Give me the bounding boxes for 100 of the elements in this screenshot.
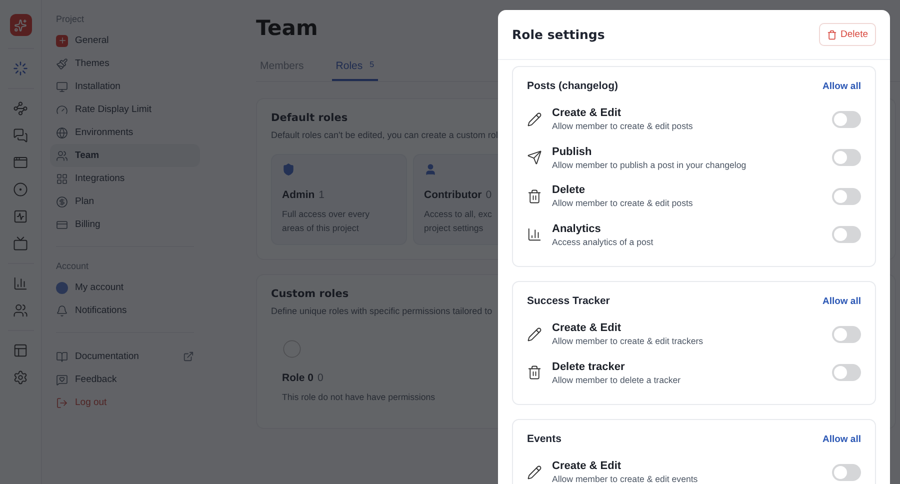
sidebar-item[interactable]: Billing (50, 213, 200, 236)
loader-icon (13, 61, 28, 76)
circledollarsign-icon (56, 196, 68, 208)
delete-button[interactable]: Delete (818, 23, 876, 46)
pencil-icon (527, 464, 542, 480)
globe-icon (56, 126, 68, 138)
role-description: Access to all, exc (424, 208, 492, 221)
users-icon[interactable] (13, 303, 28, 318)
group-title: Success Tracker (527, 295, 610, 307)
tab[interactable]: Roles 5 (332, 56, 378, 81)
messagesquareheart-icon (56, 374, 68, 386)
role-name: Contributor (424, 189, 482, 201)
sidebar-item[interactable]: Feedback (50, 368, 200, 391)
sidebar-label: Notifications (75, 305, 127, 316)
permission-description: Allow member to create & edit events (552, 474, 699, 484)
nav-icon[interactable] (13, 128, 28, 143)
role-name: Admin (282, 189, 315, 201)
nav-icon[interactable] (13, 236, 28, 251)
send-icon (527, 150, 542, 166)
sidebar-label: Documentation (75, 351, 139, 362)
sidebar-label: Themes (75, 58, 110, 69)
permission-description: Allow member to delete a tracker (552, 374, 682, 385)
sidebar-label: Feedback (75, 374, 117, 385)
role-description: This role do not have have permissions (282, 391, 436, 404)
sidebar-label: General (75, 35, 109, 46)
gauge-icon (56, 104, 68, 116)
user-icon (424, 163, 437, 176)
nav-icon[interactable] (13, 182, 28, 197)
layout-icon[interactable] (13, 343, 28, 358)
sidebar-label: Installation (75, 81, 120, 92)
permission-description: Access analytics of a post (552, 236, 654, 247)
sidebar-item[interactable]: Team (50, 144, 200, 167)
group-title: Posts (changelog) (527, 80, 618, 92)
sidebar-label: My account (75, 282, 124, 293)
toggle-switch[interactable] (832, 464, 861, 481)
permission-title: Publish (552, 146, 593, 158)
sidebar-item[interactable]: Integrations (50, 167, 200, 190)
shield-icon (282, 163, 295, 176)
sidebar-label: Team (75, 150, 100, 161)
nav-icon[interactable] (13, 101, 28, 116)
bookopen-icon (56, 350, 68, 362)
nav-icon[interactable] (13, 155, 28, 170)
sidebar-label: Integrations (75, 173, 125, 184)
layoutgrid-icon (56, 172, 68, 184)
sidebar-item[interactable]: Notifications (50, 299, 200, 322)
nav-icon[interactable] (13, 209, 28, 224)
sidebar-item[interactable]: Themes (50, 52, 200, 75)
settings-icon[interactable] (13, 370, 28, 385)
card-description: Define unique roles with specific permissions tailored to (271, 306, 492, 316)
sidebar-label: Log out (75, 397, 107, 408)
permission-title: Create & Edit (552, 460, 622, 472)
allow-all-link[interactable]: Allow all (822, 80, 861, 92)
toggle-switch[interactable] (832, 188, 861, 205)
pencil-icon (527, 326, 542, 342)
pencil-icon (527, 112, 542, 127)
trash-icon (527, 365, 542, 380)
sidebar-label: Billing (75, 219, 100, 230)
card-title: Default roles (271, 112, 348, 124)
role-description: project settings (424, 222, 484, 235)
trash-icon (826, 30, 837, 40)
permission-title: Analytics (552, 222, 602, 235)
card-title: Custom roles (271, 288, 349, 300)
avatar-icon (56, 282, 68, 294)
chart-icon[interactable] (13, 276, 28, 291)
logout-icon (56, 396, 68, 408)
allow-all-link[interactable]: Allow all (822, 296, 861, 306)
sidebar-item[interactable]: General (50, 29, 200, 52)
external-link-icon (183, 351, 194, 362)
permission-title: Create & Edit (552, 107, 622, 120)
permission-description: Allow member to create & edit trackers (552, 336, 704, 346)
toggle-switch[interactable] (832, 110, 861, 128)
sidebar-item[interactable]: Rate Display Limit (50, 98, 200, 121)
permission-description: Allow member to create & edit posts (552, 121, 694, 132)
users-icon (56, 150, 68, 162)
sidebar-label: Rate Display Limit (75, 104, 152, 115)
logo-icon[interactable] (10, 14, 32, 36)
toggle-switch[interactable] (832, 226, 861, 244)
bell-icon (56, 304, 68, 316)
permission-description: Allow member to create & edit posts (552, 198, 694, 208)
role-description: areas of this project (282, 222, 359, 235)
sidebar-label: Environments (75, 127, 134, 138)
permission-title: Create & Edit (552, 322, 622, 334)
sidebar-item[interactable]: Environments (50, 121, 200, 144)
role-description: Full access over every (282, 208, 370, 221)
toggle-switch[interactable] (832, 326, 861, 343)
allow-all-link[interactable]: Allow all (822, 434, 861, 444)
monitor-icon (56, 80, 68, 92)
sidebar-item[interactable]: Documentation (50, 345, 200, 368)
paintbrush-icon (56, 58, 68, 70)
trash-icon (527, 188, 542, 204)
toggle-switch[interactable] (832, 364, 861, 382)
sidebar-item[interactable]: Plan (50, 190, 200, 213)
sidebar-item[interactable]: My account (50, 276, 200, 299)
creditcard-icon (56, 218, 68, 230)
permission-title: Delete (552, 184, 586, 196)
sidebar-item[interactable]: Installation (50, 75, 200, 98)
toggle-switch[interactable] (832, 149, 861, 166)
chart-icon (527, 227, 542, 242)
sidebar-item[interactable]: Log out (50, 391, 200, 414)
permission-title: Delete tracker (552, 360, 626, 373)
